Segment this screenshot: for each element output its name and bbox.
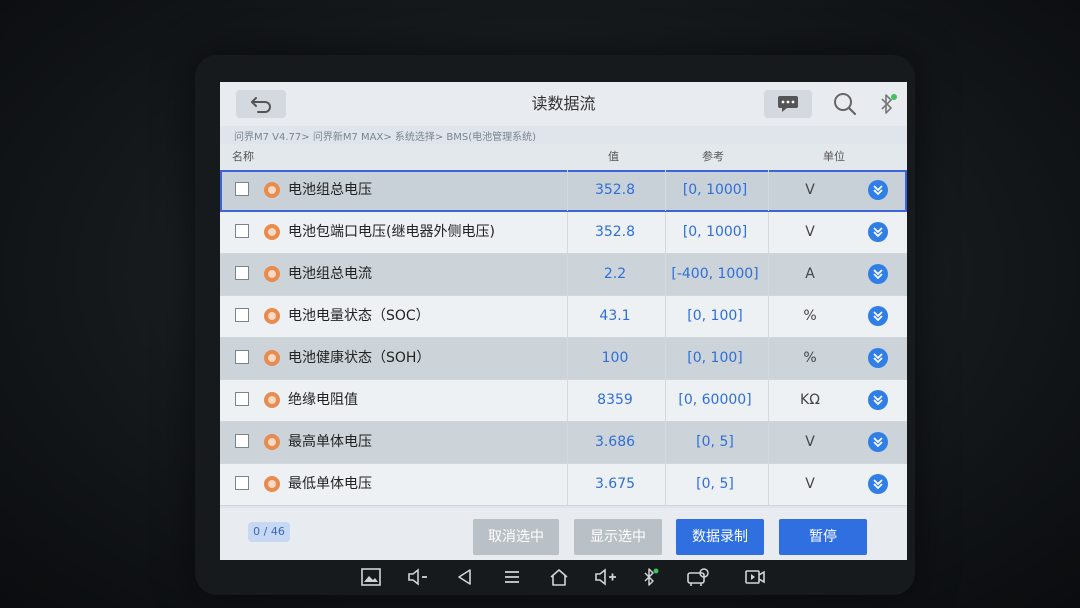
- bluetooth-icon[interactable]: [638, 564, 664, 590]
- row-checkbox[interactable]: [235, 350, 249, 364]
- row-unit: V: [805, 476, 815, 492]
- row-checkbox[interactable]: [235, 434, 249, 448]
- show-selected-button[interactable]: 显示选中: [574, 519, 662, 555]
- table-row[interactable]: 电池电量状态（SOC） 43.1 [0, 100] %: [220, 296, 907, 338]
- row-value: 3.686: [594, 434, 636, 450]
- row-reference: [0, 60000]: [678, 392, 752, 408]
- tablet-screen: 读数据流 问界M7 V4.77> 问界新M7 MAX> 系统选择> BMS(电池…: [220, 82, 907, 560]
- search-icon: [834, 93, 857, 116]
- row-value: 352.8: [594, 224, 636, 240]
- row-value: 43.1: [599, 308, 631, 324]
- bottom-action-bar: 0 / 46 取消选中 显示选中 数据录制 暂停: [220, 508, 907, 560]
- row-unit: V: [805, 182, 815, 198]
- table-row[interactable]: 电池健康状态（SOH） 100 [0, 100] %: [220, 338, 907, 380]
- bluetooth-icon: [881, 94, 897, 114]
- row-name: 最高单体电压: [288, 434, 372, 450]
- status-dot-icon: [264, 308, 280, 324]
- row-unit: KΩ: [800, 392, 820, 408]
- menu-icon[interactable]: [499, 564, 525, 590]
- row-name: 最低单体电压: [288, 476, 372, 492]
- record-data-button[interactable]: 数据录制: [676, 519, 764, 555]
- status-dot-icon: [264, 350, 280, 366]
- table-row[interactable]: 最低单体电压 3.675 [0, 5] V: [220, 464, 907, 506]
- row-checkbox[interactable]: [235, 476, 249, 490]
- status-dot-icon: [264, 476, 280, 492]
- status-dot-icon: [264, 266, 280, 282]
- column-header-name: 名称: [232, 150, 254, 163]
- row-name: 电池健康状态（SOH）: [288, 350, 431, 366]
- search-button[interactable]: [832, 91, 858, 117]
- row-unit: A: [805, 266, 815, 282]
- expand-icon[interactable]: [868, 180, 888, 200]
- row-unit: %: [803, 308, 817, 324]
- pause-button[interactable]: 暂停: [779, 519, 867, 555]
- table-row[interactable]: 电池组总电压 352.8 [0, 1000] V: [220, 170, 907, 212]
- row-reference: [0, 5]: [696, 434, 734, 450]
- row-reference: [0, 100]: [687, 308, 743, 324]
- nav-back-icon[interactable]: [452, 564, 478, 590]
- expand-icon[interactable]: [868, 348, 888, 368]
- column-header-reference: 参考: [702, 150, 724, 163]
- system-nav-bar: [340, 562, 780, 592]
- home-icon[interactable]: [546, 564, 572, 590]
- table-header: 名称 值 参考 单位: [220, 144, 907, 170]
- status-dot-icon: [264, 182, 280, 198]
- data-stream-list: 电池组总电压 352.8 [0, 1000] V 电池包端口电压(继电器外侧电压…: [220, 170, 907, 506]
- row-checkbox[interactable]: [235, 182, 249, 196]
- expand-icon[interactable]: [868, 390, 888, 410]
- row-value: 352.8: [594, 182, 636, 198]
- expand-icon[interactable]: [868, 432, 888, 452]
- expand-icon[interactable]: [868, 306, 888, 326]
- row-reference: [0, 5]: [696, 476, 734, 492]
- column-header-unit: 单位: [823, 150, 845, 163]
- table-row[interactable]: 最高单体电压 3.686 [0, 5] V: [220, 422, 907, 464]
- back-icon: [251, 97, 271, 113]
- volume-up-icon[interactable]: [593, 564, 619, 590]
- status-dot-icon: [264, 392, 280, 408]
- selection-counter: 0 / 46: [248, 522, 290, 542]
- expand-icon[interactable]: [868, 474, 888, 494]
- bluetooth-status: [878, 93, 898, 115]
- screen-record-icon[interactable]: [742, 564, 768, 590]
- row-name: 绝缘电阻值: [288, 392, 358, 408]
- row-name: 电池组总电压: [288, 182, 372, 198]
- row-reference: [0, 1000]: [682, 224, 748, 240]
- row-reference: [0, 1000]: [682, 182, 748, 198]
- row-checkbox[interactable]: [235, 392, 249, 406]
- row-checkbox[interactable]: [235, 224, 249, 238]
- vci-icon[interactable]: [685, 564, 711, 590]
- row-reference: [0, 100]: [687, 350, 743, 366]
- row-value: 3.675: [594, 476, 636, 492]
- row-checkbox[interactable]: [235, 266, 249, 280]
- row-name: 电池组总电流: [288, 266, 372, 282]
- chat-icon: [778, 96, 798, 112]
- gallery-icon[interactable]: [358, 564, 384, 590]
- row-value: 2.2: [603, 266, 627, 282]
- row-unit: V: [805, 434, 815, 450]
- row-unit: V: [805, 224, 815, 240]
- back-button[interactable]: [236, 90, 286, 118]
- row-name: 电池电量状态（SOC）: [288, 308, 430, 324]
- deselect-button[interactable]: 取消选中: [473, 519, 559, 555]
- row-checkbox[interactable]: [235, 308, 249, 322]
- expand-icon[interactable]: [868, 222, 888, 242]
- expand-icon[interactable]: [868, 264, 888, 284]
- row-reference: [-400, 1000]: [671, 266, 759, 282]
- breadcrumb: 问界M7 V4.77> 问界新M7 MAX> 系统选择> BMS(电池管理系统): [234, 132, 537, 143]
- row-name: 电池包端口电压(继电器外侧电压): [288, 224, 495, 240]
- status-dot-icon: [264, 434, 280, 450]
- top-bar: 读数据流: [220, 82, 907, 126]
- table-row[interactable]: 电池组总电流 2.2 [-400, 1000] A: [220, 254, 907, 296]
- status-dot-icon: [264, 224, 280, 240]
- volume-down-icon[interactable]: [405, 564, 431, 590]
- column-header-value: 值: [608, 150, 619, 163]
- message-button[interactable]: [764, 90, 812, 118]
- row-value: 8359: [597, 392, 633, 408]
- row-unit: %: [803, 350, 817, 366]
- table-row[interactable]: 电池包端口电压(继电器外侧电压) 352.8 [0, 1000] V: [220, 212, 907, 254]
- table-row[interactable]: 绝缘电阻值 8359 [0, 60000] KΩ: [220, 380, 907, 422]
- row-value: 100: [601, 350, 629, 366]
